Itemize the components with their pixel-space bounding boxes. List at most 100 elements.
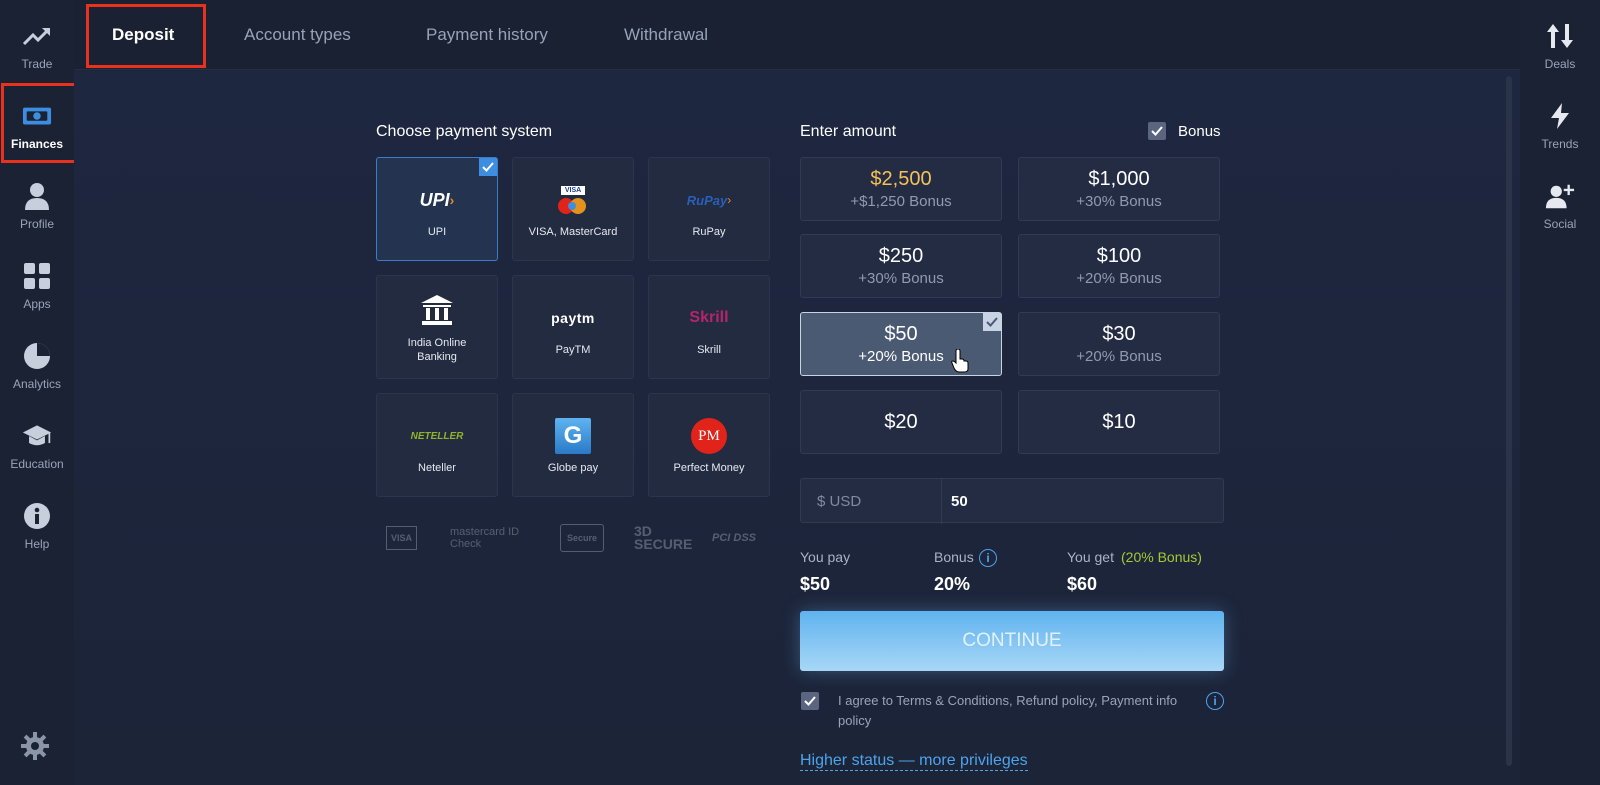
amount-section-title: Enter amount <box>800 123 897 140</box>
amount-bonus: +20% Bonus <box>858 348 944 365</box>
amount-input[interactable] <box>951 487 1211 515</box>
payment-method-label: VISA, MasterCard <box>528 226 618 238</box>
amount-option-100[interactable]: $100 +20% Bonus <box>1018 234 1220 298</box>
sidebar-item-label: Deals <box>1544 57 1576 71</box>
payment-method-paytm[interactable]: paytm PayTM <box>512 275 634 379</box>
amount-value: $2,500 <box>870 168 932 190</box>
amount-value: $100 <box>1096 245 1142 267</box>
paytm-logo: paytm <box>551 310 595 326</box>
scrollbar[interactable] <box>1506 76 1512 766</box>
currency-label: $ USD <box>817 493 862 510</box>
amount-option-2500[interactable]: $2,500 +$1,250 Bonus <box>800 157 1002 221</box>
sidebar-item-apps[interactable]: Apps <box>0 250 74 322</box>
sidebar-item-label: Trade <box>21 57 53 71</box>
user-icon <box>22 181 52 211</box>
payment-method-perfect-money[interactable]: PM Perfect Money <box>648 393 770 497</box>
amount-option-50[interactable]: $50 +20% Bonus <box>800 312 1002 376</box>
sidebar-item-deals[interactable]: Deals <box>1520 10 1600 82</box>
3d-secure-logo: 3D SECURE <box>634 523 693 552</box>
amount-option-30[interactable]: $30 +20% Bonus <box>1018 312 1220 376</box>
hand-cursor-icon <box>951 349 969 373</box>
amount-bonus: +30% Bonus <box>1076 193 1162 210</box>
agree-checkbox[interactable] <box>801 692 819 710</box>
amount-value: $1,000 <box>1088 168 1150 190</box>
secure-logo: Secure <box>560 520 605 556</box>
amount-bonus: +20% Bonus <box>1076 348 1162 365</box>
pie-chart-icon <box>22 341 52 371</box>
amount-option-250[interactable]: $250 +30% Bonus <box>800 234 1002 298</box>
amount-value: $10 <box>1102 410 1136 433</box>
you-get-label: You get <box>1067 549 1114 565</box>
amount-option-20[interactable]: $20 <box>800 390 1002 454</box>
bonus-summary-value: 20% <box>934 574 971 594</box>
higher-status-link[interactable]: Higher status — more privileges <box>800 752 1028 771</box>
pci-dss-logo: PCI DSS <box>712 532 757 544</box>
info-icon <box>22 501 52 531</box>
amount-bonus: +$1,250 Bonus <box>850 193 952 210</box>
sidebar-item-trade[interactable]: Trade <box>0 10 74 82</box>
sidebar-item-help[interactable]: Help <box>0 490 74 562</box>
sidebar-item-label: Profile <box>19 217 54 231</box>
annotation-box-finances <box>1 83 79 163</box>
agree-text: I agree to Terms & Conditions, Refund po… <box>838 693 1178 728</box>
payment-method-label: PayTM <box>555 344 591 356</box>
bonus-checkbox[interactable] <box>1148 122 1166 140</box>
payment-method-label: RuPay <box>692 226 726 238</box>
info-icon[interactable]: i <box>1206 692 1224 710</box>
sidebar-item-education[interactable]: Education <box>0 410 74 482</box>
sidebar-item-trends[interactable]: Trends <box>1520 90 1600 162</box>
neteller-logo: NETELLER <box>410 430 464 442</box>
amount-option-10[interactable]: $10 <box>1018 390 1220 454</box>
tab-payment-history[interactable]: Payment history <box>426 0 548 70</box>
continue-button[interactable]: CONTINUE <box>800 611 1224 671</box>
annotation-box-deposit <box>86 4 206 68</box>
perfect-money-logo: PM <box>691 416 727 456</box>
sidebar-item-label: Trends <box>1541 137 1579 151</box>
you-get-bonus-note: (20% Bonus) <box>1121 549 1202 565</box>
amount-option-1000[interactable]: $1,000 +30% Bonus <box>1018 157 1220 221</box>
bonus-summary-label: Bonus <box>934 549 974 565</box>
payment-method-india-online-banking[interactable]: India Online Banking <box>376 275 498 379</box>
trend-up-icon <box>22 21 52 51</box>
info-icon[interactable]: i <box>979 549 997 567</box>
amount-value: $250 <box>878 245 924 267</box>
amount-value: $50 <box>884 323 918 345</box>
sidebar-item-label: Analytics <box>12 377 62 391</box>
sidebar-item-label: Apps <box>23 297 51 311</box>
main-content <box>74 71 1520 785</box>
graduation-cap-icon <box>22 421 52 451</box>
top-tab-bar: Deposit Account types Payment history Wi… <box>74 0 1520 70</box>
add-user-icon <box>1545 181 1575 211</box>
right-sidebar: Deals Trends Social <box>1520 0 1600 785</box>
payment-method-globe-pay[interactable]: G Globe pay <box>512 393 634 497</box>
payment-method-neteller[interactable]: NETELLER Neteller <box>376 393 498 497</box>
tab-account-types[interactable]: Account types <box>244 0 351 70</box>
amount-value: $20 <box>884 410 918 433</box>
upi-logo: UPI › <box>419 189 455 210</box>
tab-withdrawal[interactable]: Withdrawal <box>624 0 708 70</box>
payment-method-label: UPI <box>427 226 447 238</box>
payment-method-label: Skrill <box>697 344 721 356</box>
sidebar-item-label: Help <box>24 537 50 551</box>
skrill-logo: Skrill <box>689 309 729 326</box>
amount-value: $30 <box>1102 323 1136 345</box>
payment-method-visa-mastercard[interactable]: VISA VISA, MasterCard <box>512 157 634 261</box>
payment-method-label: Perfect Money <box>673 462 745 474</box>
bank-icon <box>420 290 454 330</box>
sidebar-item-label: Social <box>1543 217 1577 231</box>
payment-method-skrill[interactable]: Skrill Skrill <box>648 275 770 379</box>
mastercard-id-check-logo: mastercard ID Check <box>450 526 520 550</box>
payment-method-upi[interactable]: UPI › UPI <box>376 157 498 261</box>
payment-method-rupay[interactable]: RuPay › RuPay <box>648 157 770 261</box>
globe-pay-logo: G <box>555 416 591 456</box>
arrows-updown-icon <box>1545 21 1575 51</box>
divider <box>941 479 942 524</box>
amount-bonus: +20% Bonus <box>1076 270 1162 287</box>
gear-icon[interactable] <box>20 731 54 765</box>
you-get-value: $60 <box>1067 574 1098 594</box>
sidebar-item-analytics[interactable]: Analytics <box>0 330 74 402</box>
sidebar-item-profile[interactable]: Profile <box>0 170 74 242</box>
sidebar-item-social[interactable]: Social <box>1520 170 1600 242</box>
sidebar-item-label: Education <box>10 457 64 471</box>
you-pay-label: You pay <box>800 549 851 565</box>
